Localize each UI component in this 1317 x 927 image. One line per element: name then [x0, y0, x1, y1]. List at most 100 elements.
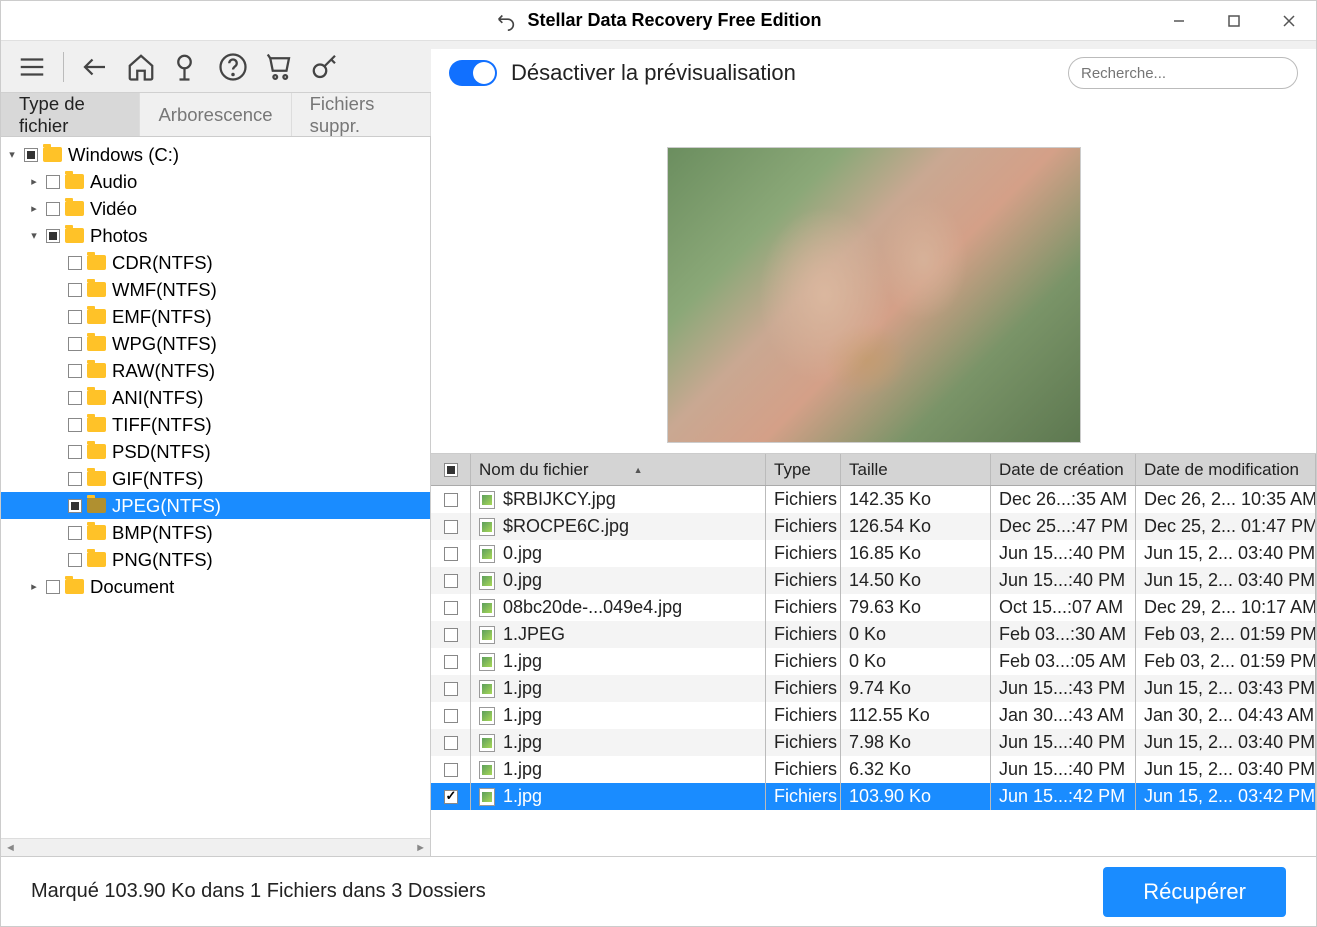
tree-checkbox[interactable]	[68, 391, 82, 405]
file-row[interactable]: $ROCPE6C.jpgFichiers126.54 KoDec 25...:4…	[431, 513, 1316, 540]
file-row[interactable]: 1.jpgFichiers112.55 KoJan 30...:43 AMJan…	[431, 702, 1316, 729]
tree-checkbox[interactable]	[68, 472, 82, 486]
file-type: Fichiers	[766, 756, 841, 783]
maximize-button[interactable]	[1206, 1, 1261, 41]
tree-checkbox[interactable]	[24, 148, 38, 162]
file-row[interactable]: 1.jpgFichiers103.90 KoJun 15...:42 PMJun…	[431, 783, 1316, 810]
tree-item[interactable]: ▸Audio	[1, 168, 430, 195]
cart-button[interactable]	[258, 46, 300, 88]
expand-icon[interactable]: ▸	[27, 202, 41, 215]
tree-item[interactable]: ANI(NTFS)	[1, 384, 430, 411]
tree-item[interactable]: WPG(NTFS)	[1, 330, 430, 357]
expand-icon[interactable]: ▸	[27, 175, 41, 188]
file-row[interactable]: 1.jpgFichiers6.32 KoJun 15...:40 PMJun 1…	[431, 756, 1316, 783]
file-checkbox[interactable]	[444, 628, 458, 642]
tree-item[interactable]: WMF(NTFS)	[1, 276, 430, 303]
tree-checkbox[interactable]	[68, 499, 82, 513]
tree-item[interactable]: BMP(NTFS)	[1, 519, 430, 546]
tree-checkbox[interactable]	[68, 310, 82, 324]
file-row[interactable]: 1.jpgFichiers7.98 KoJun 15...:40 PMJun 1…	[431, 729, 1316, 756]
file-checkbox[interactable]	[444, 520, 458, 534]
search-input[interactable]	[1081, 65, 1280, 82]
tree-checkbox[interactable]	[46, 580, 60, 594]
column-size[interactable]: Taille	[841, 454, 991, 485]
file-row[interactable]: 0.jpgFichiers14.50 KoJun 15...:40 PMJun …	[431, 567, 1316, 594]
tree-item[interactable]: ▾Photos	[1, 222, 430, 249]
file-checkbox[interactable]	[444, 493, 458, 507]
tree-item[interactable]: JPEG(NTFS)	[1, 492, 430, 519]
tree-item[interactable]: ▸Vidéo	[1, 195, 430, 222]
file-checkbox[interactable]	[444, 547, 458, 561]
expand-icon[interactable]: ▾	[5, 148, 19, 161]
tree-checkbox[interactable]	[46, 229, 60, 243]
search-box[interactable]	[1068, 57, 1298, 89]
folder-icon	[87, 336, 106, 351]
folder-icon	[87, 363, 106, 378]
column-checkbox[interactable]	[431, 454, 471, 485]
expand-icon[interactable]: ▾	[27, 229, 41, 242]
file-checkbox[interactable]	[444, 763, 458, 777]
column-modified[interactable]: Date de modification	[1136, 454, 1316, 485]
folder-tree[interactable]: ▾Windows (C:)▸Audio▸Vidéo▾PhotosCDR(NTFS…	[1, 137, 430, 838]
tab-file-type[interactable]: Type de fichier	[1, 93, 140, 136]
file-row[interactable]: $RBIJKCY.jpgFichiers142.35 KoDec 26...:3…	[431, 486, 1316, 513]
tree-item[interactable]: GIF(NTFS)	[1, 465, 430, 492]
minimize-button[interactable]	[1151, 1, 1206, 41]
tree-checkbox[interactable]	[68, 553, 82, 567]
menu-button[interactable]	[11, 46, 53, 88]
column-created[interactable]: Date de création	[991, 454, 1136, 485]
file-checkbox[interactable]	[444, 790, 458, 804]
file-type: Fichiers	[766, 648, 841, 675]
file-size: 79.63 Ko	[841, 594, 991, 621]
sidebar-scrollbar[interactable]: ◄►	[1, 838, 430, 856]
file-checkbox[interactable]	[444, 655, 458, 669]
file-row[interactable]: 1.JPEGFichiers0 KoFeb 03...:30 AMFeb 03,…	[431, 621, 1316, 648]
scan-button[interactable]	[166, 46, 208, 88]
tree-item[interactable]: RAW(NTFS)	[1, 357, 430, 384]
recover-button[interactable]: Récupérer	[1103, 867, 1286, 917]
tree-item[interactable]: PSD(NTFS)	[1, 438, 430, 465]
file-icon	[479, 734, 495, 752]
expand-icon[interactable]: ▸	[27, 580, 41, 593]
close-button[interactable]	[1261, 1, 1316, 41]
tree-item[interactable]: ▸ Document	[1, 573, 430, 600]
file-row[interactable]: 1.jpgFichiers9.74 KoJun 15...:43 PMJun 1…	[431, 675, 1316, 702]
tree-checkbox[interactable]	[46, 202, 60, 216]
back-button[interactable]	[74, 46, 116, 88]
file-checkbox[interactable]	[444, 709, 458, 723]
file-row[interactable]: 08bc20de-...049e4.jpgFichiers79.63 KoOct…	[431, 594, 1316, 621]
tree-item[interactable]: TIFF(NTFS)	[1, 411, 430, 438]
tree-checkbox[interactable]	[68, 364, 82, 378]
tab-deleted[interactable]: Fichiers suppr.	[292, 93, 431, 136]
tree-item[interactable]: ▾Windows (C:)	[1, 141, 430, 168]
tree-item[interactable]: PNG(NTFS)	[1, 546, 430, 573]
tree-item[interactable]: CDR(NTFS)	[1, 249, 430, 276]
tree-checkbox[interactable]	[68, 337, 82, 351]
file-checkbox[interactable]	[444, 736, 458, 750]
file-list: Nom du fichier▲ Type Taille Date de créa…	[431, 453, 1316, 856]
tree-checkbox[interactable]	[68, 283, 82, 297]
file-checkbox[interactable]	[444, 574, 458, 588]
tree-checkbox[interactable]	[68, 256, 82, 270]
home-button[interactable]	[120, 46, 162, 88]
sort-indicator-icon: ▲	[634, 465, 643, 475]
help-button[interactable]	[212, 46, 254, 88]
tree-checkbox[interactable]	[68, 526, 82, 540]
tree-checkbox[interactable]	[46, 175, 60, 189]
tree-checkbox[interactable]	[68, 445, 82, 459]
file-row[interactable]: 0.jpgFichiers16.85 KoJun 15...:40 PMJun …	[431, 540, 1316, 567]
file-type: Fichiers	[766, 540, 841, 567]
tab-tree-view[interactable]: Arborescence	[140, 93, 291, 136]
tree-label: Document	[90, 576, 174, 598]
preview-toggle[interactable]	[449, 60, 497, 86]
file-checkbox[interactable]	[444, 601, 458, 615]
tree-checkbox[interactable]	[68, 418, 82, 432]
file-modified: Jun 15, 2... 03:42 PM	[1136, 783, 1316, 810]
key-button[interactable]	[304, 46, 346, 88]
file-checkbox[interactable]	[444, 682, 458, 696]
tree-item[interactable]: EMF(NTFS)	[1, 303, 430, 330]
file-type: Fichiers	[766, 729, 841, 756]
column-type[interactable]: Type	[766, 454, 841, 485]
file-row[interactable]: 1.jpgFichiers0 KoFeb 03...:05 AMFeb 03, …	[431, 648, 1316, 675]
column-name[interactable]: Nom du fichier▲	[471, 454, 766, 485]
